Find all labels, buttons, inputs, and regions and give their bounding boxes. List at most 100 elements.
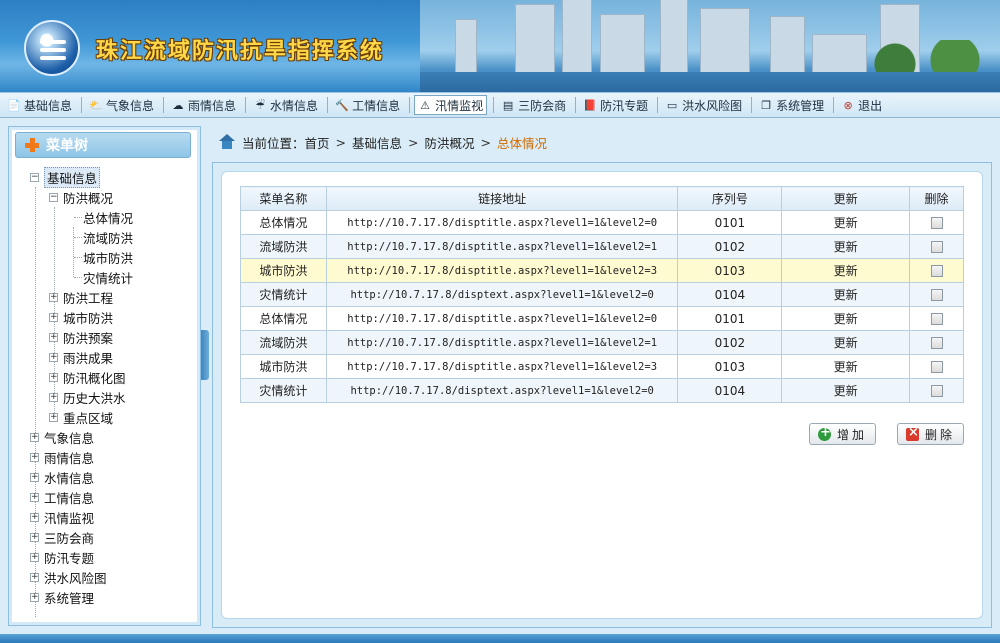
- delete-checkbox[interactable]: [930, 361, 943, 373]
- expand-icon[interactable]: +: [30, 432, 39, 442]
- cell-seq: 0104: [677, 378, 783, 403]
- tree-node[interactable]: + 城市防洪: [49, 307, 113, 327]
- table-row[interactable]: 灾情统计 http://10.7.17.8/disptext.aspx?leve…: [240, 378, 964, 403]
- collapse-icon[interactable]: −: [49, 192, 58, 202]
- expand-icon[interactable]: +: [49, 312, 58, 322]
- expand-icon[interactable]: +: [49, 412, 58, 422]
- tree-leaf[interactable]: 总体情况: [83, 207, 133, 227]
- delete-checkbox[interactable]: [930, 217, 943, 229]
- tree-node-top[interactable]: + 汛情监视: [30, 507, 94, 527]
- expand-icon[interactable]: +: [30, 572, 39, 582]
- expand-icon[interactable]: +: [30, 452, 39, 462]
- nav-item-exit[interactable]: ⊗ 退出: [838, 95, 885, 115]
- expand-icon[interactable]: +: [30, 512, 39, 522]
- expand-icon[interactable]: +: [49, 392, 58, 402]
- expand-icon[interactable]: +: [30, 472, 39, 482]
- delete-icon: [906, 425, 919, 441]
- tree-leaf[interactable]: 灾情统计: [83, 267, 133, 287]
- tree-node[interactable]: + 防洪预案: [49, 327, 113, 347]
- expand-icon[interactable]: +: [49, 292, 58, 302]
- cell-url: http://10.7.17.8/disptitle.aspx?level1=1…: [325, 306, 679, 331]
- expand-icon[interactable]: +: [49, 332, 58, 342]
- breadcrumb-item[interactable]: 首页: [305, 133, 330, 152]
- delete-button[interactable]: 删除: [897, 423, 965, 445]
- tree-node[interactable]: + 历史大洪水: [49, 387, 126, 407]
- breadcrumb-separator: >: [408, 134, 419, 150]
- tree-line: [74, 277, 82, 278]
- column-header: 序列号: [677, 186, 783, 211]
- tree-node-top[interactable]: + 三防会商: [30, 527, 94, 547]
- tree-node-group[interactable]: − 防洪概况: [49, 187, 113, 207]
- update-link[interactable]: 更新: [781, 258, 911, 283]
- update-link[interactable]: 更新: [781, 378, 911, 403]
- nav-item-flood-monitor[interactable]: ⚠ 汛情监视: [414, 95, 488, 115]
- tree-node-top[interactable]: + 防汛专题: [30, 547, 94, 567]
- nav-item-consultation[interactable]: ▤ 三防会商: [498, 95, 569, 115]
- rain-icon: ☔: [255, 98, 265, 112]
- expand-icon[interactable]: +: [30, 532, 39, 542]
- expand-icon[interactable]: +: [30, 492, 39, 502]
- update-link[interactable]: 更新: [781, 306, 911, 331]
- tree-node-top[interactable]: + 雨情信息: [30, 447, 94, 467]
- header-banner: 珠江流域防汛抗旱指挥系统: [0, 0, 1000, 92]
- tree-node-root[interactable]: − 基础信息: [30, 166, 101, 188]
- cell-url: http://10.7.17.8/disptext.aspx?level1=1&…: [325, 378, 679, 403]
- delete-checkbox[interactable]: [930, 265, 943, 277]
- update-link[interactable]: 更新: [781, 210, 911, 235]
- table-row[interactable]: 流域防洪 http://10.7.17.8/disptitle.aspx?lev…: [240, 234, 964, 259]
- weather-icon: ⛅: [89, 98, 103, 112]
- tool-icon: 🔨: [335, 98, 349, 112]
- breadcrumb-item[interactable]: 基础信息: [352, 133, 402, 152]
- nav-item-works[interactable]: 🔨 工情信息: [332, 95, 403, 115]
- update-link[interactable]: 更新: [781, 234, 911, 259]
- delete-cell: [909, 234, 964, 259]
- table-row[interactable]: 灾情统计 http://10.7.17.8/disptext.aspx?leve…: [240, 282, 964, 307]
- cell-url: http://10.7.17.8/disptitle.aspx?level1=1…: [325, 234, 679, 259]
- update-link[interactable]: 更新: [781, 282, 911, 307]
- delete-checkbox[interactable]: [930, 241, 943, 253]
- tree-node[interactable]: + 防洪工程: [49, 287, 113, 307]
- expand-icon[interactable]: +: [30, 592, 39, 602]
- delete-checkbox[interactable]: [930, 385, 943, 397]
- nav-item-special[interactable]: 📕 防汛专题: [580, 95, 651, 115]
- tree-leaf[interactable]: 城市防洪: [83, 247, 133, 267]
- tree-leaf[interactable]: 流域防洪: [83, 227, 133, 247]
- delete-checkbox[interactable]: [930, 313, 943, 325]
- expand-icon[interactable]: +: [49, 372, 58, 382]
- column-header: 菜单名称: [240, 186, 327, 211]
- delete-checkbox[interactable]: [930, 337, 943, 349]
- table-row[interactable]: 总体情况 http://10.7.17.8/disptitle.aspx?lev…: [240, 306, 964, 331]
- nav-item-basic-info[interactable]: 📄 基础信息: [4, 95, 75, 115]
- table-row-highlighted[interactable]: 城市防洪 http://10.7.17.8/disptitle.aspx?lev…: [240, 258, 964, 283]
- table-row[interactable]: 流域防洪 http://10.7.17.8/disptitle.aspx?lev…: [240, 330, 964, 355]
- menu-tree-header: 菜单树: [15, 132, 191, 158]
- update-link[interactable]: 更新: [781, 330, 911, 355]
- tree-node[interactable]: + 重点区域: [49, 407, 113, 427]
- breadcrumb-item[interactable]: 防洪概况: [425, 133, 475, 152]
- tree-node-top[interactable]: + 洪水风险图: [30, 567, 107, 587]
- sidebar-toggle-handle[interactable]: [201, 330, 209, 380]
- table-row[interactable]: 总体情况 http://10.7.17.8/disptitle.aspx?lev…: [240, 210, 964, 235]
- delete-checkbox[interactable]: [930, 289, 943, 301]
- update-link[interactable]: 更新: [781, 354, 911, 379]
- tree-node[interactable]: + 防汛概化图: [49, 367, 126, 387]
- collapse-icon[interactable]: −: [30, 172, 39, 182]
- tree-node-top[interactable]: + 系统管理: [30, 587, 94, 607]
- table-row[interactable]: 城市防洪 http://10.7.17.8/disptitle.aspx?lev…: [240, 354, 964, 379]
- nav-item-weather[interactable]: ⛅ 气象信息: [86, 95, 157, 115]
- meeting-icon: ▤: [502, 98, 514, 112]
- tree-node[interactable]: + 雨洪成果: [49, 347, 113, 367]
- tree-node-top[interactable]: + 气象信息: [30, 427, 94, 447]
- expand-icon[interactable]: +: [49, 352, 58, 362]
- building: [515, 4, 555, 74]
- tree-node-top[interactable]: + 工情信息: [30, 487, 94, 507]
- expand-icon[interactable]: +: [30, 552, 39, 562]
- monitor-icon: ▭: [666, 98, 678, 112]
- exit-icon: ⊗: [843, 98, 853, 112]
- add-button[interactable]: 增加: [809, 423, 877, 445]
- nav-item-rain[interactable]: ☁ 雨情信息: [168, 95, 239, 115]
- nav-item-system[interactable]: ❐ 系统管理: [756, 95, 827, 115]
- nav-item-water[interactable]: ☔ 水情信息: [250, 95, 321, 115]
- tree-node-top[interactable]: + 水情信息: [30, 467, 94, 487]
- nav-item-risk-map[interactable]: ▭ 洪水风险图: [662, 95, 745, 115]
